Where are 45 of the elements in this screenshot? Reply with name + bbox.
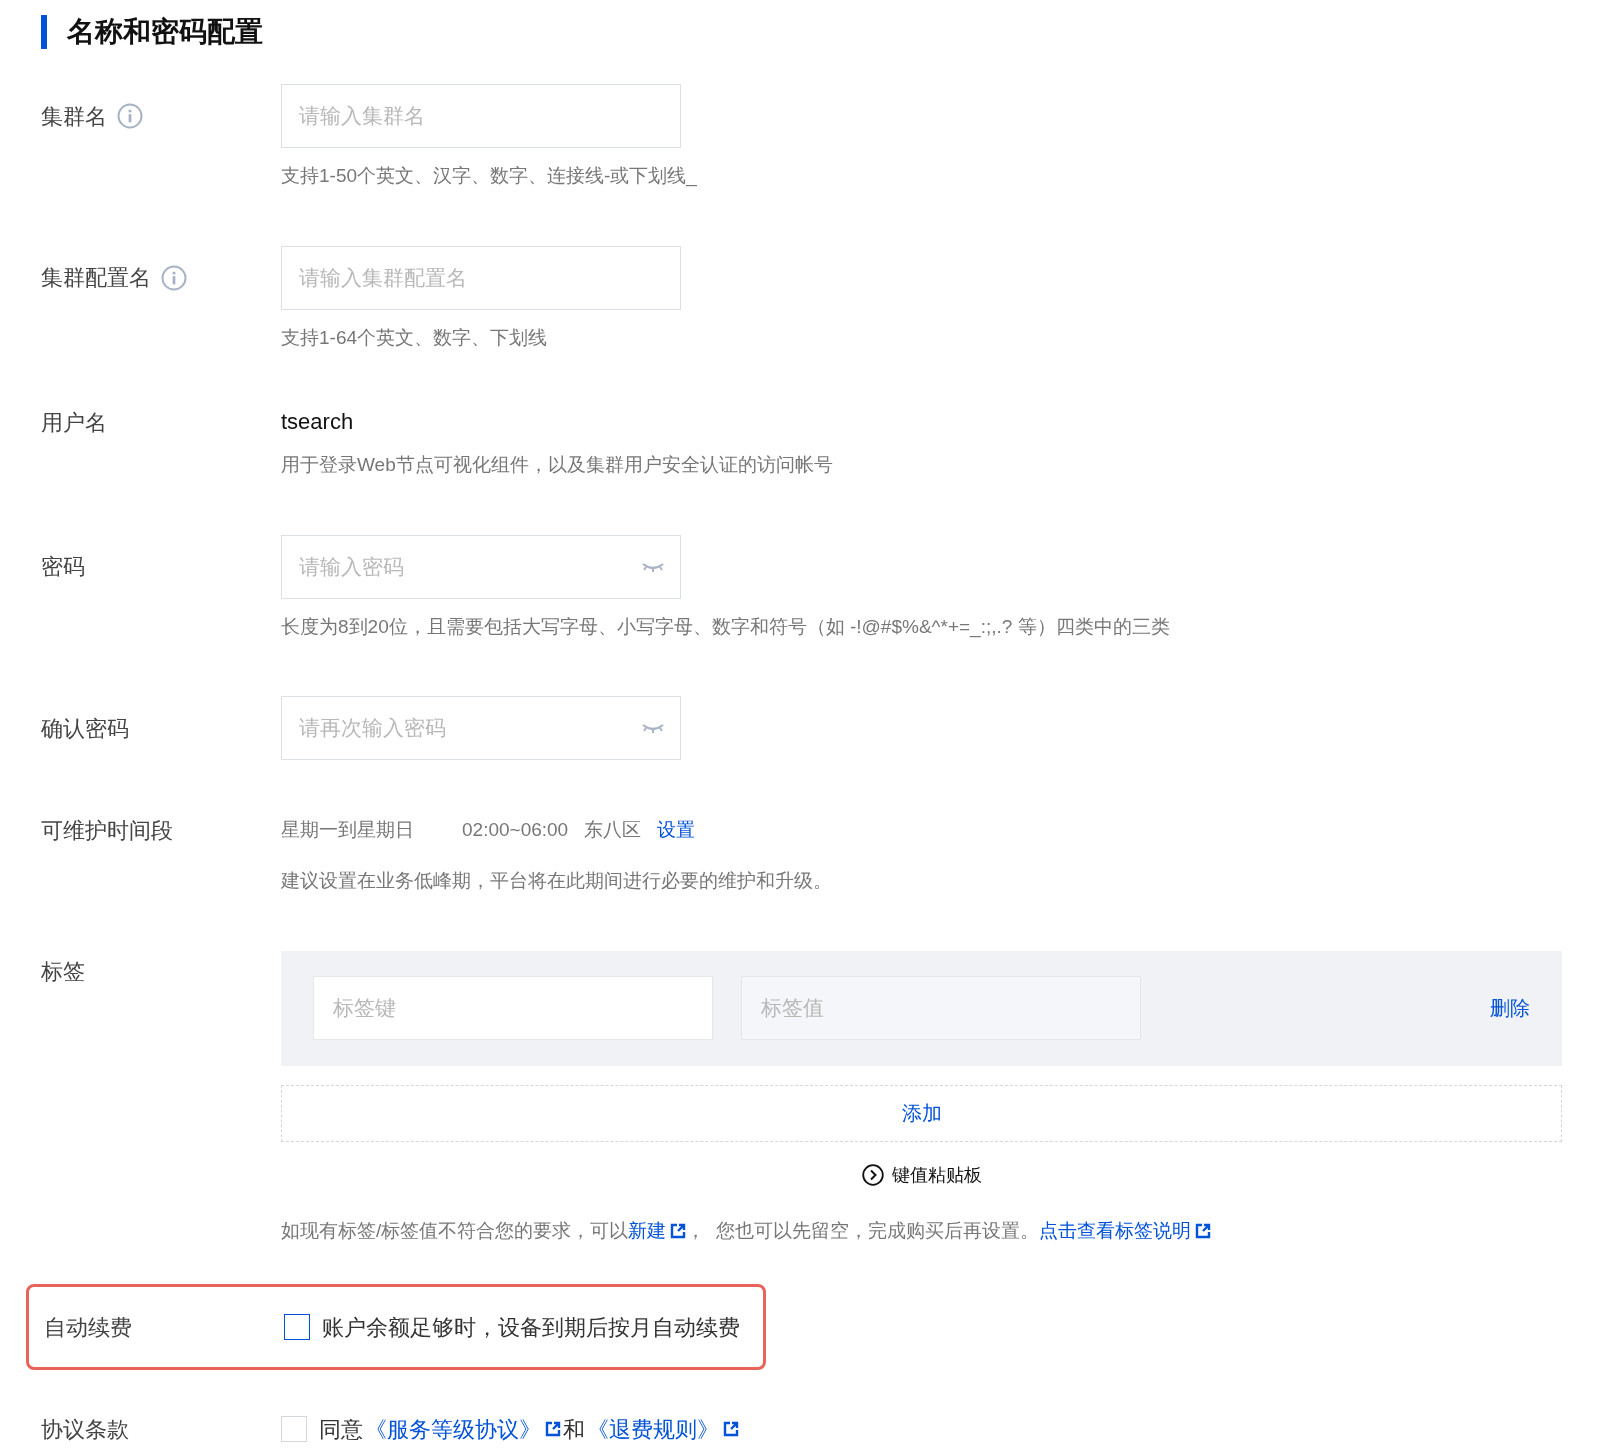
input-field[interactable]: 请输入集群配置名	[281, 245, 681, 310]
link[interactable]: 新建	[628, 1216, 687, 1245]
external-link-icon	[545, 1421, 561, 1437]
link[interactable]: 《退费规则》	[587, 1412, 739, 1446]
tag-value-field[interactable]: 标签值	[741, 976, 1141, 1040]
field-label: 协议条款	[41, 1415, 129, 1444]
eye-closed-icon	[641, 722, 665, 734]
checkbox-label[interactable]: 账户余额足够时，设备到期后按月自动续费	[322, 1310, 740, 1344]
eye-closed-icon	[641, 560, 665, 573]
hint-text: 用于登录Web节点可视化组件，以及集群用户安全认证的访问帐号	[281, 453, 833, 477]
field-label: 集群配置名	[41, 264, 151, 292]
field-label: 标签	[41, 958, 85, 986]
hint-text: 长度为8到20位，且需要包括大写字母、小写字母、数字和符号（如 -!@#$%&^*+=_:;,.? 等）四类中的三类	[281, 614, 1170, 640]
delete-button[interactable]: 删除	[1490, 993, 1530, 1023]
tag-note-text: 如现有标签/标签值不符合您的要求，可以新建 ， 您也可以先留空，完成购买后再设置。点击查看标签说明	[281, 1216, 1562, 1245]
field-label: 密码	[41, 553, 85, 581]
checkbox[interactable]	[284, 1314, 310, 1340]
external-link-icon	[1194, 1222, 1211, 1239]
field-label: 可维护时间段	[41, 816, 173, 845]
schedule-days: 星期一到星期日	[281, 815, 414, 845]
chevron-circle-icon	[861, 1164, 884, 1186]
field-value: tsearch	[281, 408, 355, 436]
section-title: 名称和密码配置	[67, 15, 263, 49]
link[interactable]: 点击查看标签说明	[1038, 1216, 1211, 1245]
hint-text: 建议设置在业务低峰期，平台将在此期间进行必要的维护和升级。	[281, 869, 832, 893]
add-button[interactable]: 添加	[281, 1084, 1562, 1142]
field-label: 确认密码	[41, 714, 129, 743]
hint-text: 支持1-64个英文、数字、下划线	[281, 325, 549, 350]
field-label: 自动续费	[44, 1313, 132, 1342]
external-link-icon	[670, 1222, 687, 1239]
schedule-time: 02:00~06:00	[462, 817, 569, 842]
hint-text: 支持1-50个英文、汉字、数字、连接线-或下划线_	[281, 164, 697, 189]
tag-key-field[interactable]: 标签键	[313, 976, 713, 1040]
link[interactable]: 《服务等级协议》	[365, 1412, 561, 1446]
checkbox-label[interactable]: 同意《服务等级协议》 和《退费规则》	[319, 1412, 739, 1446]
field-label: 集群名	[41, 102, 107, 131]
field-label: 用户名	[41, 408, 107, 437]
paste-board-button[interactable]: 键值粘贴板	[861, 1161, 982, 1189]
password-field[interactable]: 请再次输入密码	[281, 696, 681, 760]
password-field[interactable]: 请输入密码	[281, 534, 681, 599]
section-accent-bar	[41, 15, 47, 49]
external-link-icon	[723, 1421, 739, 1437]
settings-link[interactable]: 设置	[657, 815, 696, 845]
time-zone: 东八区	[584, 817, 642, 842]
input-field[interactable]: 请输入集群名	[281, 84, 681, 148]
